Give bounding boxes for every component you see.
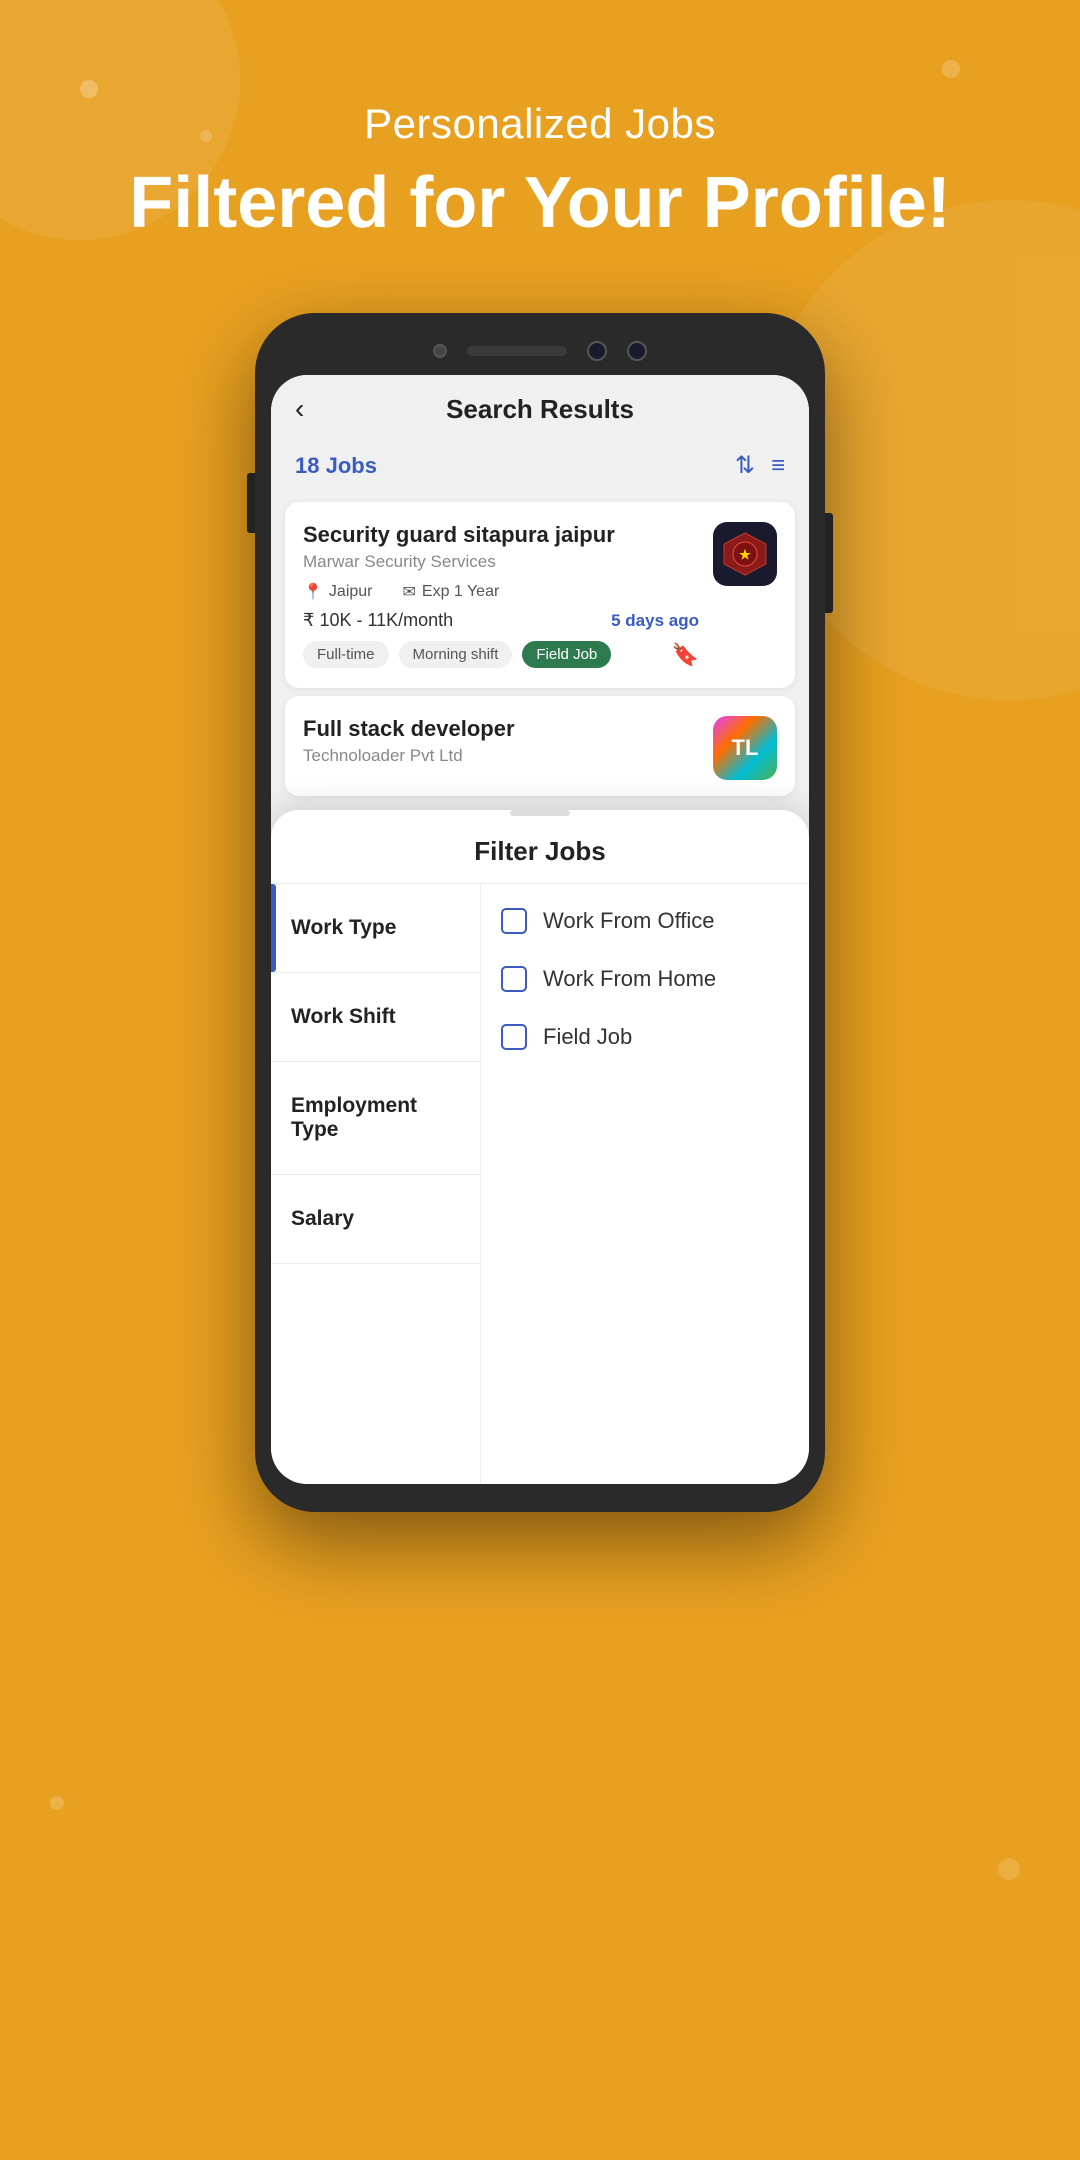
app-topbar: ‹ Search Results (271, 375, 809, 443)
job-tag-fulltime: Full-time (303, 641, 389, 668)
bg-dot-4 (50, 1796, 64, 1810)
phone-container: ‹ Search Results 18 Jobs ⇅ ≡ Security gu… (255, 313, 825, 1512)
filter-sidebar-salary[interactable]: Salary (271, 1175, 480, 1264)
results-bar: 18 Jobs ⇅ ≡ (271, 443, 809, 494)
sort-icon[interactable]: ⇅ (735, 451, 755, 480)
bookmark-icon[interactable]: 🔖 (672, 642, 699, 668)
filter-sidebar-employment-type[interactable]: Employment Type (271, 1062, 480, 1175)
filter-bottom-sheet: Filter Jobs Work Type Work Shift Employm… (271, 810, 809, 1484)
page-title: Search Results (446, 394, 634, 425)
svg-text:★: ★ (739, 547, 751, 562)
label-work-from-office: Work From Office (543, 908, 715, 934)
job-tag-fieldjob: Field Job (522, 641, 611, 668)
job-card-header: Security guard sitapura jaipur Marwar Se… (303, 522, 777, 668)
job-location: 📍 Jaipur (303, 582, 373, 602)
job-salary-row: ₹ 10K - 11K/month 5 days ago (303, 610, 699, 631)
job-company-2: Technoloader Pvt Ltd (303, 746, 713, 766)
sheet-title: Filter Jobs (271, 816, 809, 883)
briefcase-icon: ✉ (403, 582, 416, 602)
phone-camera-dot (433, 344, 447, 358)
company-logo-2: TL (713, 716, 777, 780)
checkbox-work-from-home[interactable] (501, 966, 527, 992)
job-experience: ✉ Exp 1 Year (403, 582, 500, 602)
filter-sidebar: Work Type Work Shift Employment Type Sal… (271, 884, 481, 1484)
job-salary: ₹ 10K - 11K/month (303, 610, 453, 631)
header-subtitle: Personalized Jobs (60, 100, 1020, 148)
phone-power-button (825, 513, 833, 613)
label-field-job: Field Job (543, 1024, 632, 1050)
header-section: Personalized Jobs Filtered for Your Prof… (0, 0, 1080, 283)
filter-option-work-from-office[interactable]: Work From Office (501, 908, 789, 934)
phone-shell: ‹ Search Results 18 Jobs ⇅ ≡ Security gu… (255, 313, 825, 1512)
header-title: Filtered for Your Profile! (60, 164, 1020, 243)
results-count: 18 Jobs (295, 453, 377, 479)
job-card-1[interactable]: Security guard sitapura jaipur Marwar Se… (285, 502, 795, 688)
filter-sidebar-work-type[interactable]: Work Type (271, 884, 480, 973)
label-work-from-home: Work From Home (543, 966, 716, 992)
phone-top-bar (271, 341, 809, 375)
job-title-2: Full stack developer (303, 716, 713, 742)
phone-volume-button (247, 473, 255, 533)
filter-panel: Work Type Work Shift Employment Type Sal… (271, 884, 809, 1484)
job-company: Marwar Security Services (303, 552, 699, 572)
checkbox-field-job[interactable] (501, 1024, 527, 1050)
phone-front-camera (587, 341, 607, 361)
job-card-2-info: Full stack developer Technoloader Pvt Lt… (303, 716, 713, 776)
job-meta: 📍 Jaipur ✉ Exp 1 Year (303, 582, 699, 602)
job-info: Security guard sitapura jaipur Marwar Se… (303, 522, 699, 668)
filter-content: Work From Office Work From Home Field Jo… (481, 884, 809, 1484)
job-card-2-header: Full stack developer Technoloader Pvt Lt… (303, 716, 777, 780)
filter-icon[interactable]: ≡ (771, 452, 785, 480)
phone-sensor (627, 341, 647, 361)
company-logo-1: ★ (713, 522, 777, 586)
job-card-bottom: Full-time Morning shift Field Job 🔖 (303, 641, 699, 668)
back-button[interactable]: ‹ (295, 393, 304, 425)
phone-screen: ‹ Search Results 18 Jobs ⇅ ≡ Security gu… (271, 375, 809, 1484)
job-days-ago: 5 days ago (611, 611, 699, 631)
bg-dot-5 (998, 1858, 1020, 1880)
filter-sidebar-work-shift[interactable]: Work Shift (271, 973, 480, 1062)
checkbox-work-from-office[interactable] (501, 908, 527, 934)
filter-option-field-job[interactable]: Field Job (501, 1024, 789, 1050)
job-title: Security guard sitapura jaipur (303, 522, 699, 548)
job-card-2[interactable]: Full stack developer Technoloader Pvt Lt… (285, 696, 795, 796)
phone-speaker (467, 346, 567, 356)
results-actions: ⇅ ≡ (735, 451, 785, 480)
location-icon: 📍 (303, 582, 323, 602)
filter-option-work-from-home[interactable]: Work From Home (501, 966, 789, 992)
job-tag-morning: Morning shift (399, 641, 513, 668)
job-tags: Full-time Morning shift Field Job (303, 641, 611, 668)
